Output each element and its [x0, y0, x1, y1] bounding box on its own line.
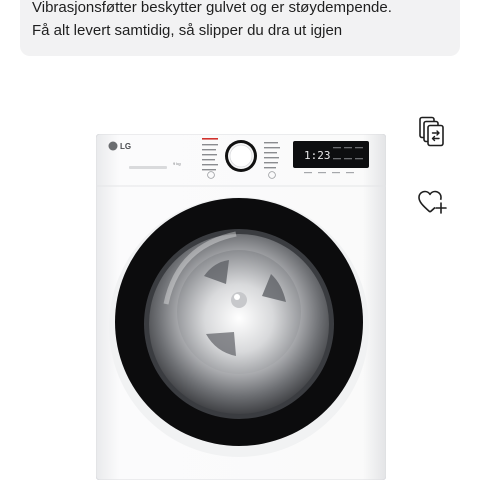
svg-text:1:23: 1:23: [304, 149, 331, 162]
compare-icon: [419, 116, 444, 147]
svg-text:9 kg: 9 kg: [173, 161, 181, 166]
description-line-2: Få alt levert samtidig, så slipper du dr…: [32, 22, 343, 39]
product-description-box: Vibrasjonsføtter beskytter gulvet og er …: [20, 0, 460, 56]
heart-plus-icon: [418, 190, 447, 214]
product-image[interactable]: LG 9 kg 1:23: [95, 133, 387, 481]
compare-button[interactable]: [410, 110, 454, 154]
lg-logo: LG: [108, 141, 131, 151]
add-to-favorites-button[interactable]: [410, 180, 454, 224]
washing-machine-illustration: LG 9 kg 1:23: [95, 133, 387, 481]
description-line-1: Vibrasjonsføtter beskytter gulvet og er …: [32, 0, 392, 16]
svg-text:LG: LG: [120, 142, 131, 151]
